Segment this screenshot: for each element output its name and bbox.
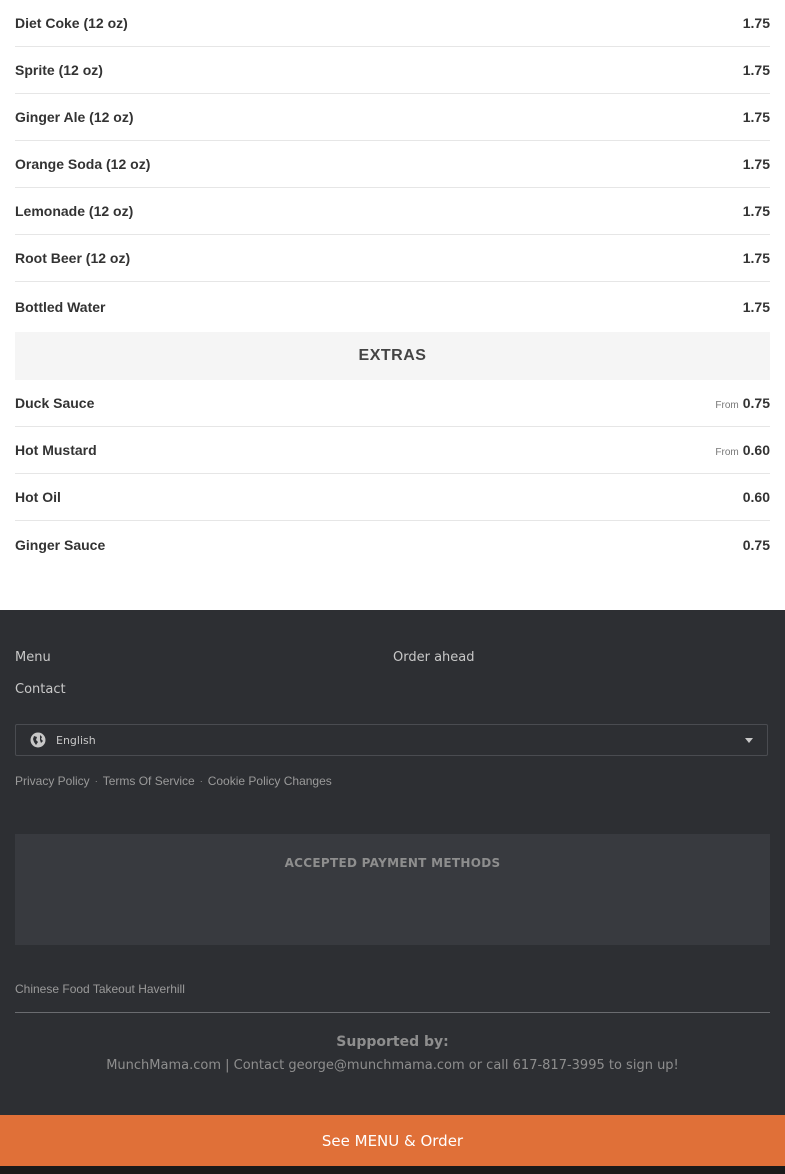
menu-item[interactable]: Orange Soda (12 oz) 1.75 [15, 141, 770, 188]
footer-divider [15, 1012, 770, 1013]
item-price: 1.75 [742, 109, 770, 125]
price-from-label: From [715, 447, 739, 458]
globe-icon [30, 732, 46, 748]
item-price: From 0.75 [715, 395, 770, 411]
menu-item[interactable]: Sprite (12 oz) 1.75 [15, 47, 770, 94]
menu-item[interactable]: Duck Sauce From 0.75 [15, 380, 770, 427]
menu-item[interactable]: Hot Oil 0.60 [15, 474, 770, 521]
menu-item[interactable]: Diet Coke (12 oz) 1.75 [15, 0, 770, 47]
footer-link-order-ahead[interactable]: Order ahead [393, 650, 475, 665]
item-price: From 0.60 [715, 442, 770, 458]
price-value: 0.60 [742, 442, 770, 458]
menu-item[interactable]: Lemonade (12 oz) 1.75 [15, 188, 770, 235]
item-name: Ginger Ale (12 oz) [15, 109, 134, 125]
menu-item[interactable]: Root Beer (12 oz) 1.75 [15, 235, 770, 282]
item-name: Sprite (12 oz) [15, 62, 103, 78]
item-price: 0.60 [742, 489, 770, 505]
item-price: 1.75 [742, 250, 770, 266]
footer-link-menu[interactable]: Menu [15, 650, 51, 665]
item-name: Diet Coke (12 oz) [15, 15, 128, 31]
item-price: 1.75 [742, 15, 770, 31]
see-menu-order-button[interactable]: See MENU & Order [0, 1115, 785, 1166]
item-name: Root Beer (12 oz) [15, 250, 131, 266]
cookie-policy-link[interactable]: Cookie Policy Changes [208, 774, 332, 788]
item-name: Ginger Sauce [15, 536, 106, 553]
legal-separator: · [94, 776, 98, 786]
item-price: 0.75 [742, 536, 770, 553]
item-name: Bottled Water [15, 299, 106, 315]
item-price: 1.75 [742, 203, 770, 219]
footer-link-contact[interactable]: Contact [15, 682, 66, 697]
menu-item[interactable]: Ginger Ale (12 oz) 1.75 [15, 94, 770, 141]
price-value: 0.75 [742, 395, 770, 411]
item-name: Duck Sauce [15, 395, 95, 411]
item-name: Hot Mustard [15, 442, 97, 458]
item-price: 1.75 [742, 156, 770, 172]
section-header-extras: EXTRAS [15, 332, 770, 380]
item-name: Lemonade (12 oz) [15, 203, 134, 219]
language-selected: English [56, 733, 96, 747]
item-name: Hot Oil [15, 489, 61, 505]
privacy-policy-link[interactable]: Privacy Policy [15, 774, 90, 788]
item-price: 1.75 [742, 62, 770, 78]
support-contact-line: MunchMama.com | Contact george@munchmama… [106, 1058, 679, 1073]
price-from-label: From [715, 400, 739, 411]
legal-separator: · [199, 776, 203, 786]
menu-item[interactable]: Ginger Sauce 0.75 [15, 521, 770, 568]
item-price: 1.75 [742, 299, 770, 315]
payment-methods-title: ACCEPTED PAYMENT METHODS [284, 856, 501, 870]
legal-links: Privacy Policy · Terms Of Service · Cook… [15, 774, 332, 788]
menu-item[interactable]: Hot Mustard From 0.60 [15, 427, 770, 474]
language-select[interactable]: English [15, 724, 768, 756]
terms-of-service-link[interactable]: Terms Of Service [103, 774, 195, 788]
supported-by-label: Supported by: [336, 1034, 449, 1050]
menu-item[interactable]: Bottled Water 1.75 [15, 282, 770, 332]
chevron-down-icon [745, 737, 753, 743]
item-name: Orange Soda (12 oz) [15, 156, 151, 172]
bottom-bar [0, 1166, 785, 1174]
payment-methods-panel: ACCEPTED PAYMENT METHODS [15, 834, 770, 945]
menu-list: Diet Coke (12 oz) 1.75 Sprite (12 oz) 1.… [15, 0, 770, 568]
footer-tagline[interactable]: Chinese Food Takeout Haverhill [15, 982, 185, 996]
site-footer: Menu Order ahead Contact English Privacy… [0, 610, 785, 1115]
